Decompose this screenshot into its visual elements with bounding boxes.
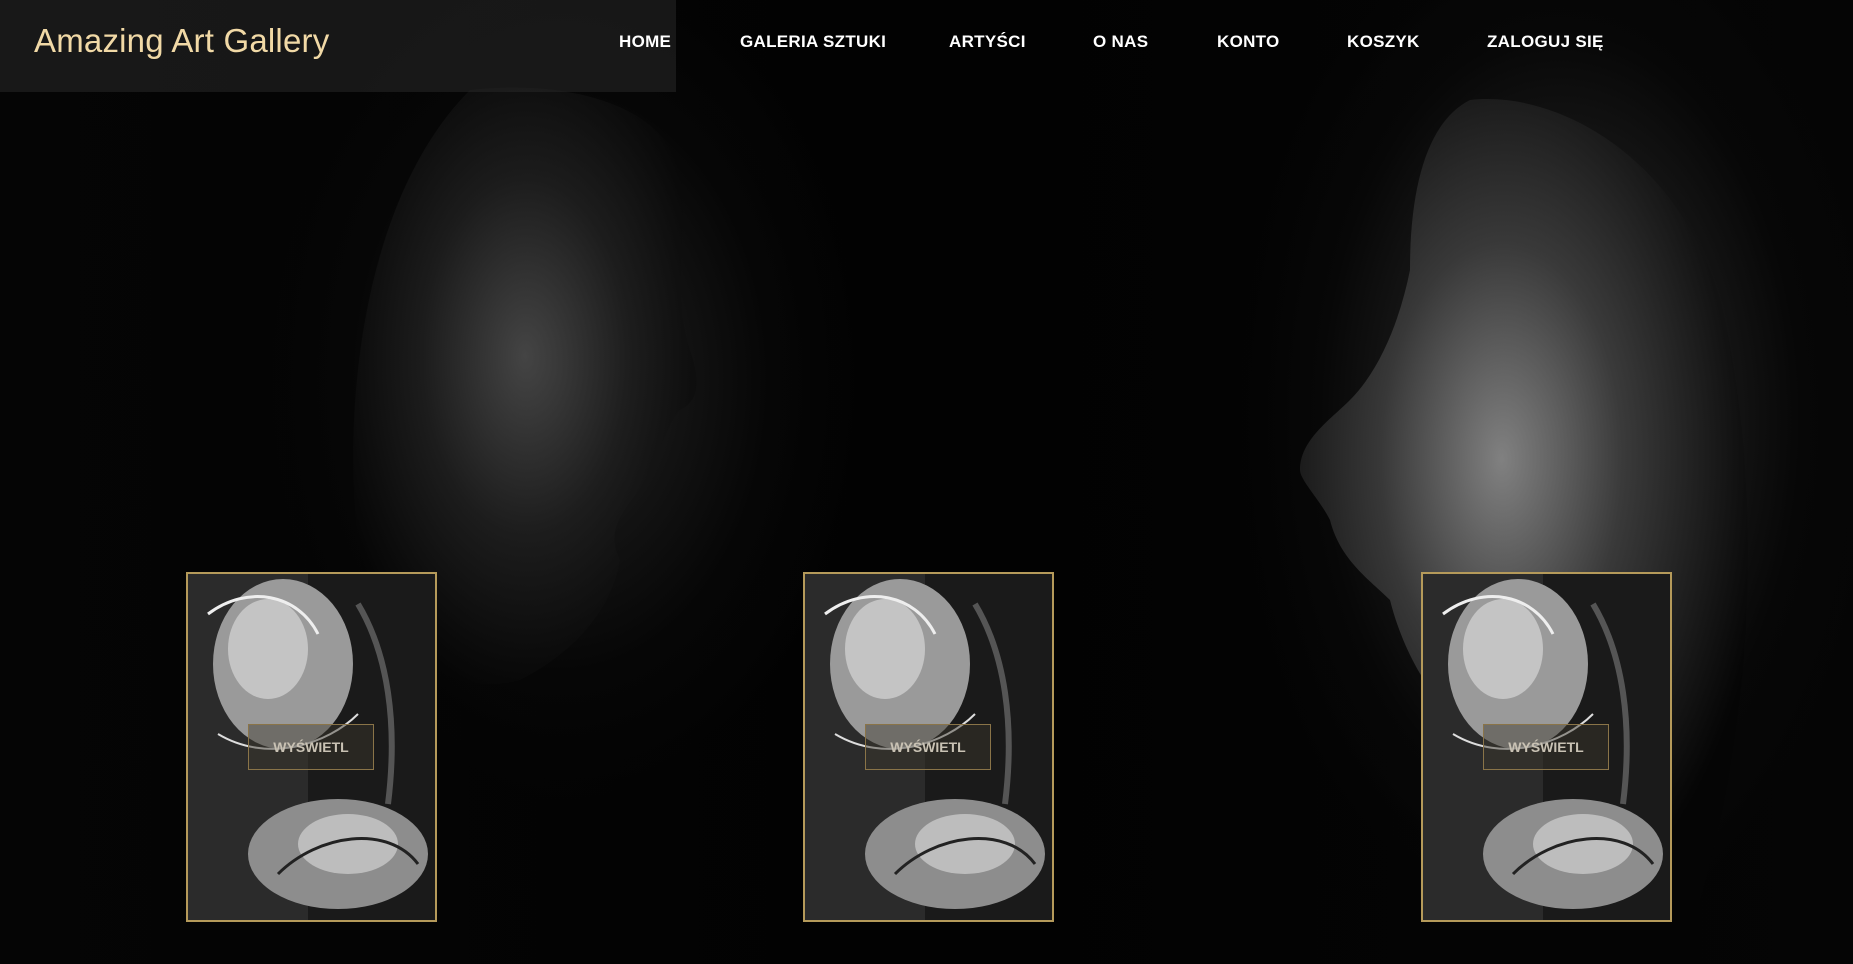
nav-artysci[interactable]: ARTYŚCI bbox=[949, 32, 1026, 52]
site-header: Amazing Art Gallery HOME GALERIA SZTUKI … bbox=[0, 0, 1853, 92]
nav-o-nas[interactable]: O NAS bbox=[1093, 32, 1148, 52]
view-button[interactable]: WYŚWIETL bbox=[865, 724, 991, 770]
artwork-card[interactable]: WYŚWIETL bbox=[803, 572, 1054, 922]
page: Amazing Art Gallery HOME GALERIA SZTUKI … bbox=[0, 0, 1853, 964]
nav-koszyk[interactable]: KOSZYK bbox=[1347, 32, 1420, 52]
view-button[interactable]: WYŚWIETL bbox=[248, 724, 374, 770]
nav-galeria-sztuki[interactable]: GALERIA SZTUKI bbox=[740, 32, 886, 52]
nav-zaloguj-sie[interactable]: ZALOGUJ SIĘ bbox=[1487, 32, 1604, 52]
artwork-card[interactable]: WYŚWIETL bbox=[186, 572, 437, 922]
artwork-card[interactable]: WYŚWIETL bbox=[1421, 572, 1672, 922]
view-button[interactable]: WYŚWIETL bbox=[1483, 724, 1609, 770]
nav-home[interactable]: HOME bbox=[619, 32, 671, 52]
main-nav: HOME GALERIA SZTUKI ARTYŚCI O NAS KONTO … bbox=[0, 32, 1853, 58]
nav-konto[interactable]: KONTO bbox=[1217, 32, 1280, 52]
